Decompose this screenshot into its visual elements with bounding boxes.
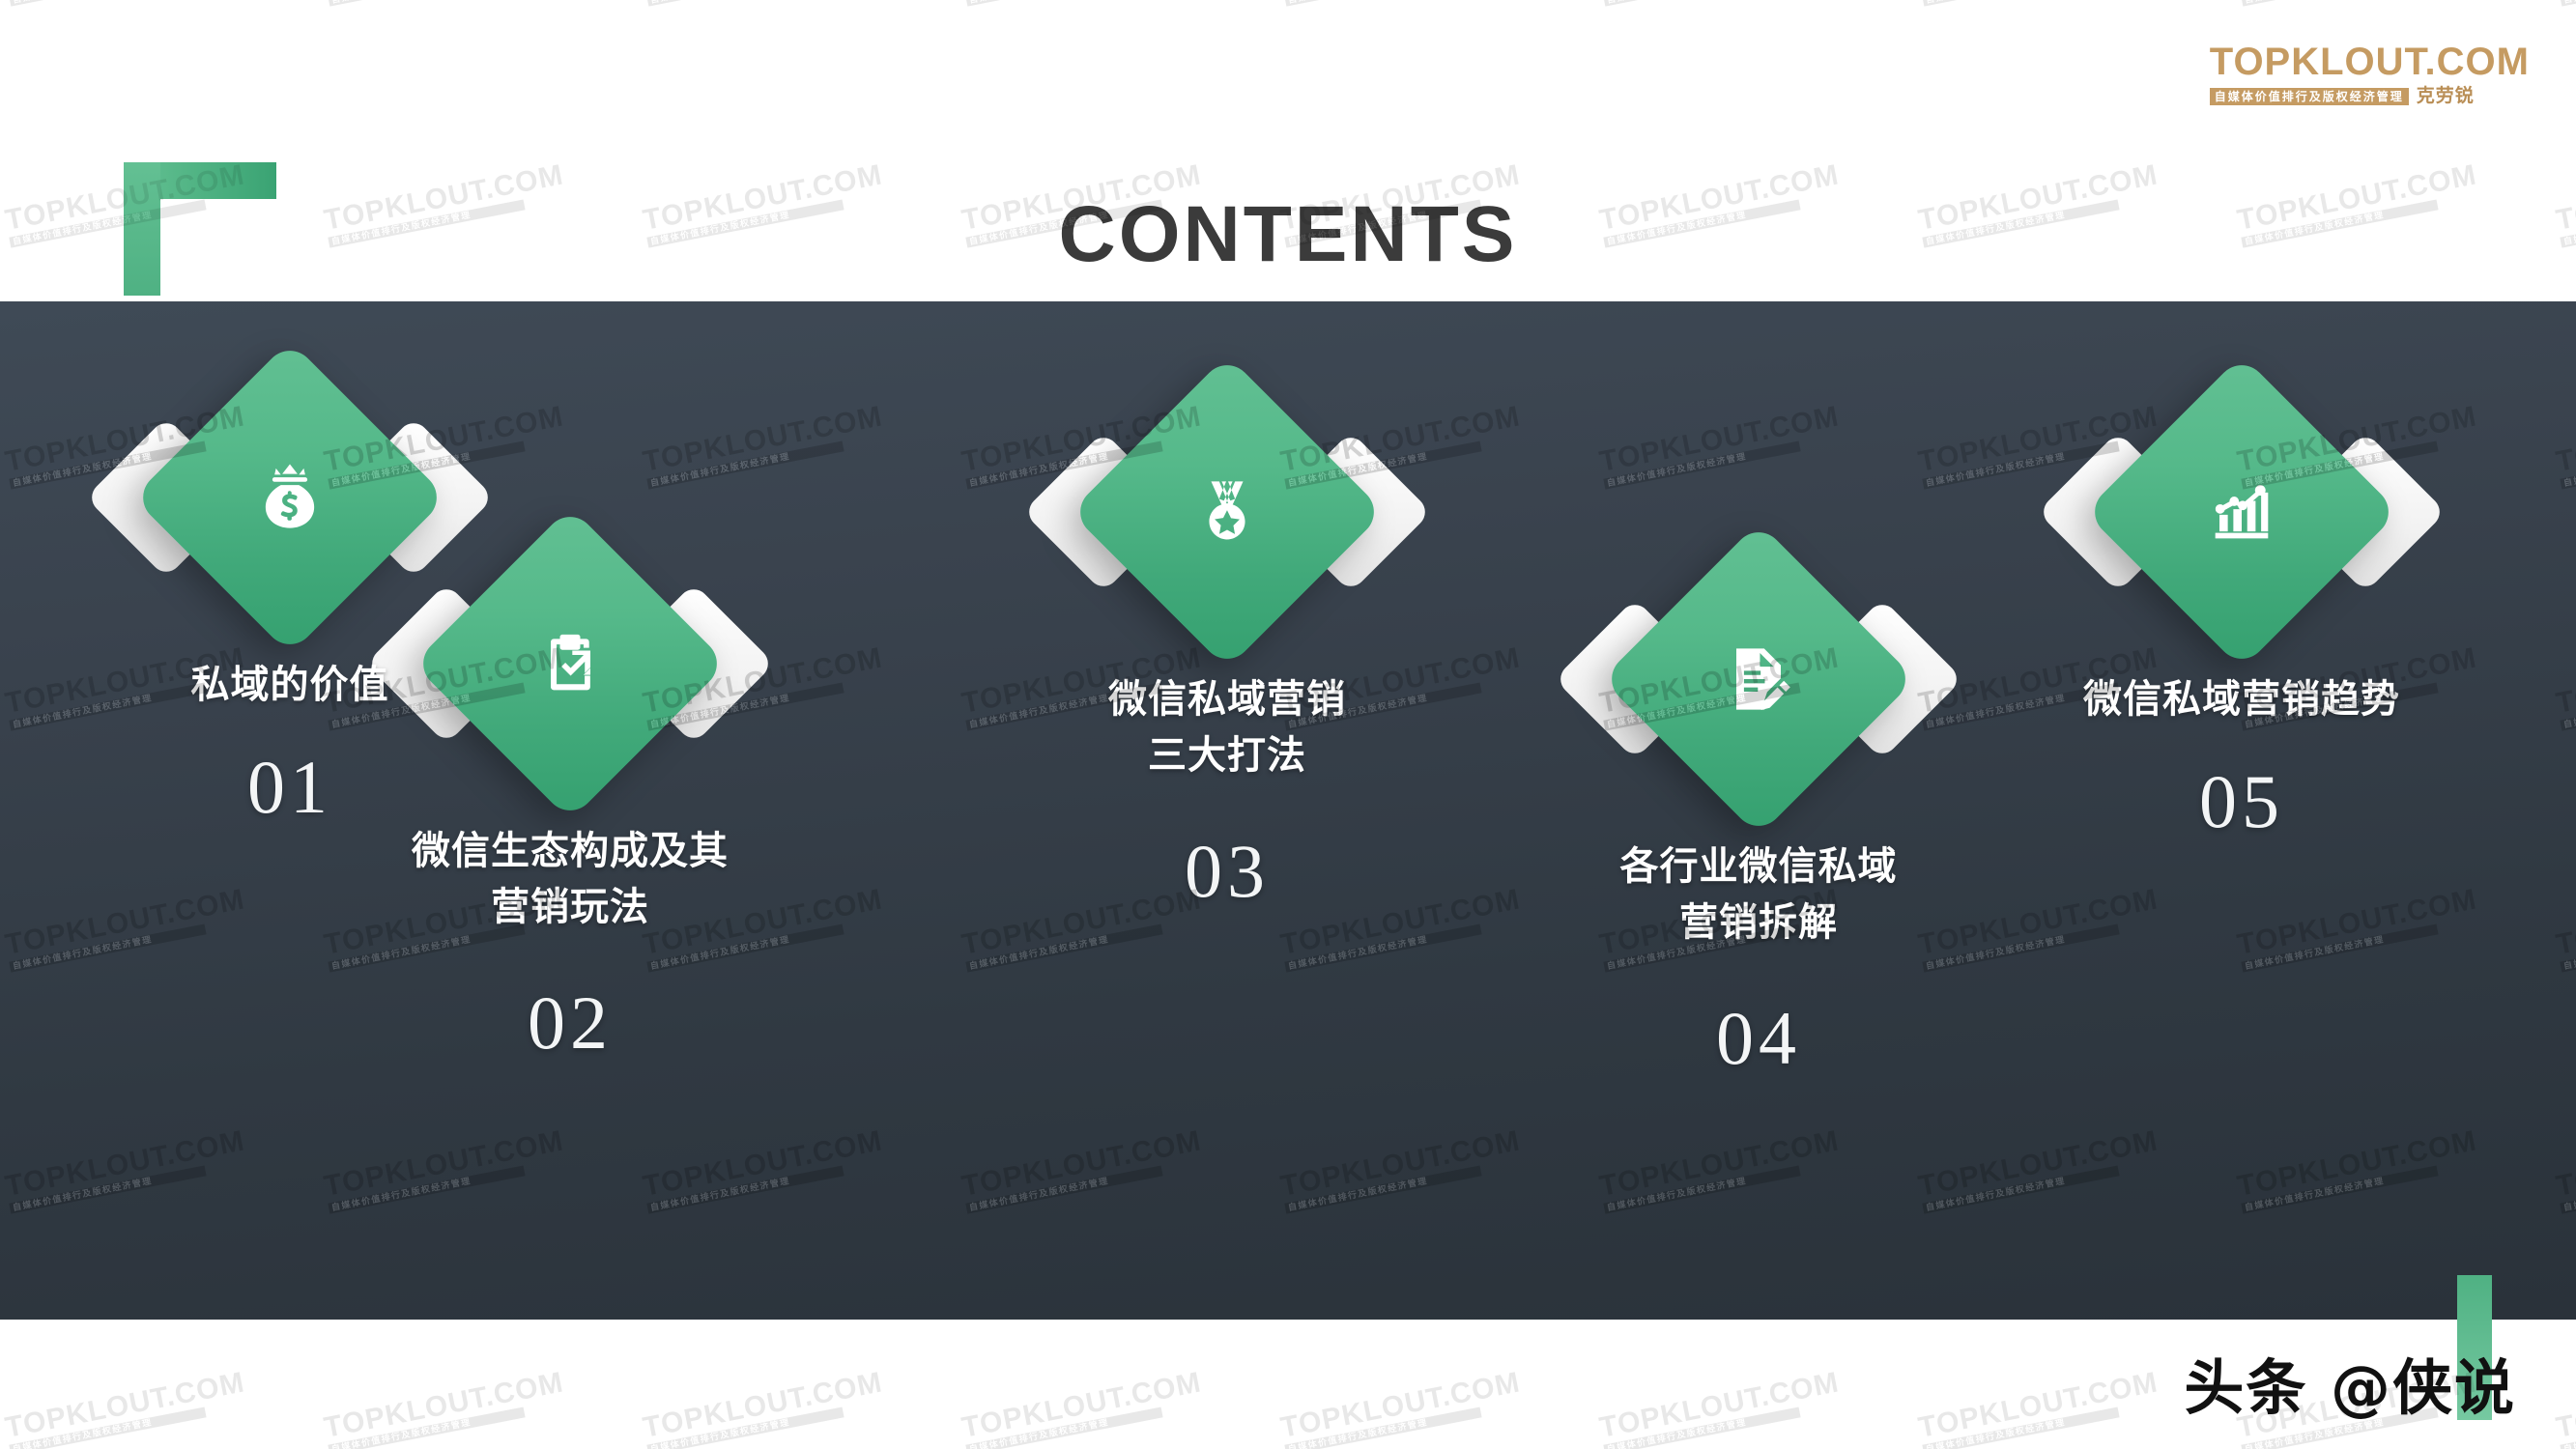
label-line: 营销玩法 [491, 885, 649, 929]
label-line: 微信生态构成及其 [412, 829, 729, 873]
label-line: 营销拆解 [1679, 900, 1838, 945]
diamond-badge-4 [1554, 522, 1963, 837]
content-item-5-label: 微信私域营销趋势 [2039, 671, 2445, 727]
label-line: 微信私域营销 [1108, 677, 1346, 722]
document-pencil-icon [1647, 568, 1870, 790]
diamond-badge-2 [365, 506, 775, 821]
label-line: 各行业微信私域 [1619, 844, 1898, 889]
content-item-4-label: 各行业微信私域 营销拆解 [1556, 838, 1961, 951]
content-item-3-label: 微信私域营销 三大打法 [1024, 671, 1430, 783]
footer-brand-label: 头条 @侠说 [2184, 1352, 2516, 1423]
medal-star-icon [1116, 401, 1338, 623]
content-item-2-label: 微信生态构成及其 营销玩法 [367, 823, 773, 935]
slide-root: CONTENTS TOPKLOUT.COM 自媒体价值排行及版权经济管理 克劳锐… [0, 0, 2576, 1449]
clipboard-check-icon [459, 553, 681, 775]
content-item-3-number: 03 [1185, 829, 1270, 913]
content-item-5-number: 05 [2199, 759, 2284, 843]
content-item-4-number: 04 [1716, 996, 1801, 1080]
content-item-2-number: 02 [528, 980, 613, 1065]
diamond-badge-5 [2037, 355, 2447, 669]
contents-items: 私域的价值 01 微信生态构成及其 营销玩法 02 微信私域营销 三大打法 03… [0, 0, 2576, 1449]
diamond-badge-3 [1022, 355, 1432, 669]
money-bag-icon [179, 386, 401, 609]
label-line: 微信私域营销趋势 [2083, 677, 2400, 722]
bar-chart-trend-icon [2131, 401, 2353, 623]
label-line: 三大打法 [1148, 733, 1306, 778]
